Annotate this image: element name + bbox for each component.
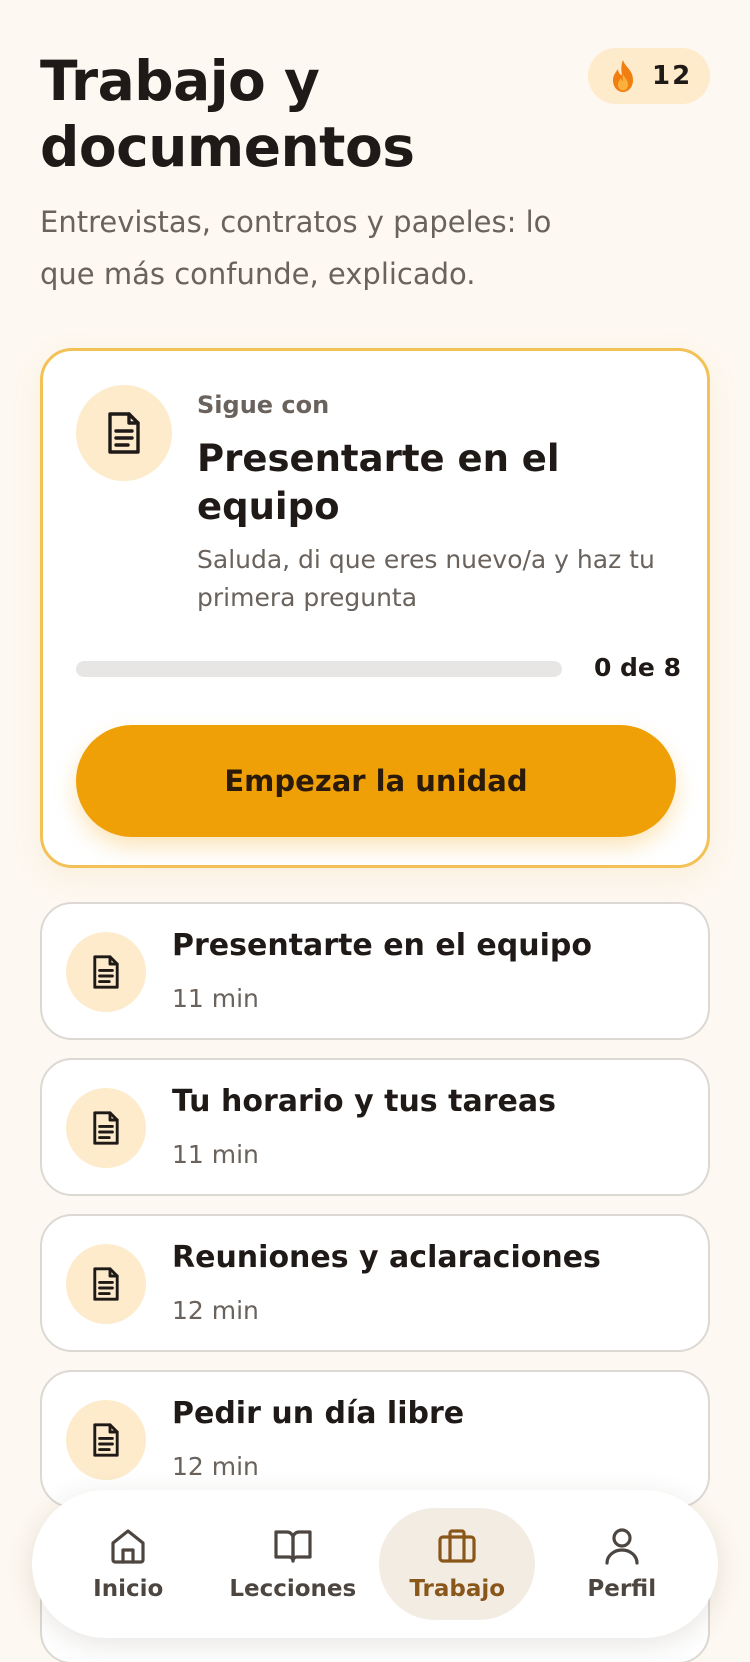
page-subtitle: Entrevistas, contratos y papeles: lo que… xyxy=(40,205,552,291)
page-title: Trabajo y documentos xyxy=(40,49,415,179)
continue-title: Presentarte en el equipo xyxy=(197,437,560,528)
list-item[interactable]: Reuniones y aclaraciones 12 min xyxy=(40,1214,710,1352)
flame-icon xyxy=(606,59,640,93)
briefcase-icon xyxy=(437,1526,477,1566)
continue-card[interactable]: Sigue con Presentarte en el equipo Salud… xyxy=(40,348,710,868)
document-icon xyxy=(66,1400,146,1480)
nav-item-trabajo[interactable]: Trabajo xyxy=(379,1508,536,1620)
progress-bar xyxy=(76,661,562,677)
nav-label: Lecciones xyxy=(229,1576,357,1602)
lesson-title: Tu horario y tus tareas xyxy=(172,1084,556,1119)
lesson-duration: 11 min xyxy=(172,984,259,1013)
lesson-title: Reuniones y aclaraciones xyxy=(172,1240,601,1275)
document-icon xyxy=(66,1088,146,1168)
nav-label: Trabajo xyxy=(409,1576,506,1602)
lesson-duration: 12 min xyxy=(172,1452,259,1481)
list-item[interactable]: Pedir un día libre 12 min xyxy=(40,1370,710,1508)
document-icon xyxy=(66,932,146,1012)
lesson-duration: 11 min xyxy=(172,1140,259,1169)
screen: Trabajo y documentos 12 Entrevistas, con… xyxy=(0,0,750,1662)
continue-description: Saluda, di que eres nuevo/a y haz tu pri… xyxy=(197,545,655,612)
user-icon xyxy=(602,1526,642,1566)
streak-badge[interactable]: 12 xyxy=(588,48,710,104)
lesson-title: Presentarte en el equipo xyxy=(172,928,592,963)
document-icon xyxy=(66,1244,146,1324)
book-icon xyxy=(273,1526,313,1566)
streak-count: 12 xyxy=(652,61,693,91)
nav-item-perfil[interactable]: Perfil xyxy=(544,1508,700,1620)
document-icon xyxy=(76,385,172,481)
start-unit-button[interactable]: Empezar la unidad xyxy=(76,725,676,837)
nav-item-lecciones[interactable]: Lecciones xyxy=(215,1508,371,1620)
nav-label: Perfil xyxy=(587,1576,657,1602)
home-icon xyxy=(108,1526,148,1566)
nav-item-inicio[interactable]: Inicio xyxy=(50,1508,206,1620)
bottom-nav: Inicio Lecciones Trabajo Perfil xyxy=(32,1490,718,1638)
progress-label: 0 de 8 xyxy=(593,653,681,682)
list-item[interactable]: Tu horario y tus tareas 11 min xyxy=(40,1058,710,1196)
continue-eyebrow: Sigue con xyxy=(197,391,330,419)
lesson-title: Pedir un día libre xyxy=(172,1396,465,1431)
list-item[interactable]: Presentarte en el equipo 11 min xyxy=(40,902,710,1040)
nav-label: Inicio xyxy=(93,1576,164,1602)
lesson-duration: 12 min xyxy=(172,1296,259,1325)
